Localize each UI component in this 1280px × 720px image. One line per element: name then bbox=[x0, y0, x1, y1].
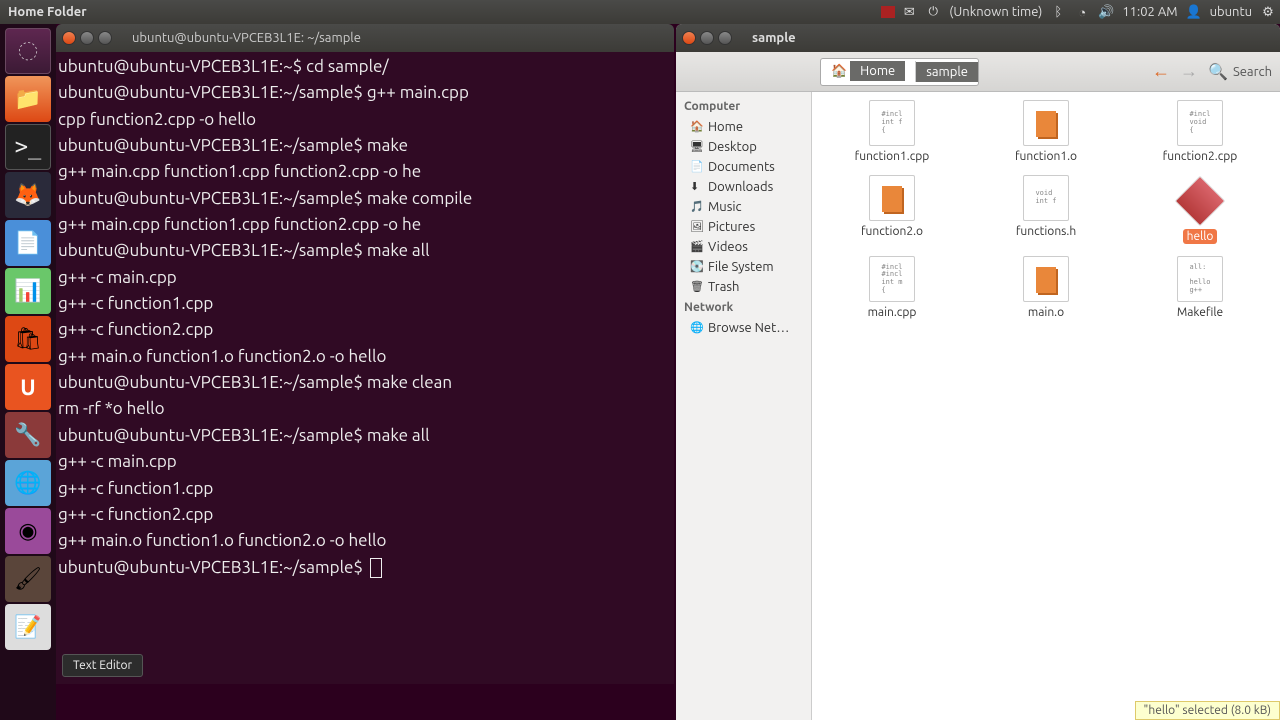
launcher-settings[interactable]: 🔧 bbox=[5, 412, 51, 458]
terminal-titlebar[interactable]: ubuntu@ubuntu-VPCEB3L1E: ~/sample bbox=[56, 24, 674, 52]
file-icon bbox=[1023, 256, 1069, 302]
file-hello[interactable]: hello bbox=[1128, 175, 1272, 244]
sidebar-item-desktop[interactable]: 🖥Desktop bbox=[676, 137, 811, 157]
breadcrumb-home[interactable]: 🏠 Home bbox=[821, 61, 916, 82]
launcher-files[interactable]: 📁 bbox=[5, 76, 51, 122]
sidebar-header-computer: Computer bbox=[676, 96, 811, 117]
launcher-software-center[interactable]: 🛍 bbox=[5, 316, 51, 362]
search-icon[interactable]: 🔍 bbox=[1207, 61, 1229, 83]
terminal-minimize-button[interactable] bbox=[80, 31, 94, 45]
file-icon: #incl void { bbox=[1177, 100, 1223, 146]
user-label[interactable]: ubuntu bbox=[1206, 5, 1256, 19]
breadcrumb-current[interactable]: sample bbox=[916, 62, 978, 82]
clock-label[interactable]: 11:02 AM bbox=[1118, 5, 1181, 19]
file-icon: all: hello g++ bbox=[1177, 256, 1223, 302]
terminal-window: ubuntu@ubuntu-VPCEB3L1E: ~/sample ubuntu… bbox=[56, 24, 674, 684]
fm-content-area[interactable]: #incl int f { function1.cpp function1.o #in… bbox=[812, 92, 1280, 720]
file-label: function2.cpp bbox=[1163, 150, 1238, 163]
session-gear-icon[interactable]: ⚙ bbox=[1258, 2, 1278, 22]
file-main-o[interactable]: main.o bbox=[974, 256, 1118, 319]
file-label: Makefile bbox=[1177, 306, 1223, 319]
file-label: function2.o bbox=[861, 225, 923, 238]
dash-button[interactable]: ◌ bbox=[5, 28, 51, 74]
unity-launcher: ◌ 📁 >_ 🦊 📄 📊 🛍 U 🔧 🌐 ◉ 🖌 📝 bbox=[0, 24, 56, 720]
file-label: functions.h bbox=[1016, 225, 1076, 238]
file-main-cpp[interactable]: #incl #incl int m { main.cpp bbox=[820, 256, 964, 319]
file-icon bbox=[1023, 100, 1069, 146]
launcher-screenrec[interactable]: ◉ bbox=[5, 508, 51, 554]
launcher-tooltip: Text Editor bbox=[62, 654, 143, 677]
terminal-maximize-button[interactable] bbox=[98, 31, 112, 45]
file-icon: #incl #incl int m { bbox=[869, 256, 915, 302]
user-icon[interactable]: 👤 bbox=[1184, 2, 1204, 22]
fm-close-button[interactable] bbox=[682, 31, 696, 45]
wifi-icon[interactable]: ◔ bbox=[1072, 2, 1092, 22]
file-label: main.o bbox=[1028, 306, 1064, 319]
file-Makefile[interactable]: all: hello g++ Makefile bbox=[1128, 256, 1272, 319]
terminal-output[interactable]: ubuntu@ubuntu-VPCEB3L1E:~$ cd sample/ubu… bbox=[56, 52, 674, 583]
file-icon bbox=[1175, 176, 1226, 227]
file-manager-window: sample 🏠 Home sample ← → 🔍 Search Comput… bbox=[676, 24, 1280, 720]
file-icon: #incl int f { bbox=[869, 100, 915, 146]
file-icon: void int f bbox=[1023, 175, 1069, 221]
mail-icon[interactable]: ✉ bbox=[899, 2, 919, 22]
launcher-calc[interactable]: 📊 bbox=[5, 268, 51, 314]
sidebar-item-trash[interactable]: 🗑Trash bbox=[676, 277, 811, 297]
launcher-writer[interactable]: 📄 bbox=[5, 220, 51, 266]
search-label[interactable]: Search bbox=[1233, 65, 1272, 79]
terminal-title: ubuntu@ubuntu-VPCEB3L1E: ~/sample bbox=[118, 31, 361, 45]
launcher-gedit[interactable]: 📝 bbox=[5, 604, 51, 650]
sidebar-item-documents[interactable]: 📄Documents bbox=[676, 157, 811, 177]
file-label: hello bbox=[1183, 229, 1218, 244]
file-function1-o[interactable]: function1.o bbox=[974, 100, 1118, 163]
volume-icon[interactable]: 🔊 bbox=[1096, 2, 1116, 22]
window-title: Home Folder bbox=[0, 5, 95, 19]
launcher-firefox[interactable]: 🦊 bbox=[5, 172, 51, 218]
launcher-gimp[interactable]: 🖌 bbox=[5, 556, 51, 602]
fm-maximize-button[interactable] bbox=[718, 31, 732, 45]
file-manager-titlebar[interactable]: sample bbox=[676, 24, 1280, 52]
file-icon bbox=[869, 175, 915, 221]
power-icon[interactable]: ⏻ bbox=[923, 2, 943, 22]
terminal-close-button[interactable] bbox=[62, 31, 76, 45]
file-label: function1.o bbox=[1015, 150, 1077, 163]
file-function2-cpp[interactable]: #incl void { function2.cpp bbox=[1128, 100, 1272, 163]
file-functions-h[interactable]: void int f functions.h bbox=[974, 175, 1118, 244]
file-function1-cpp[interactable]: #incl int f { function1.cpp bbox=[820, 100, 964, 163]
nav-back-button[interactable]: ← bbox=[1149, 60, 1173, 84]
sidebar-item-home[interactable]: 🏠Home bbox=[676, 117, 811, 137]
fm-toolbar: 🏠 Home sample ← → 🔍 Search bbox=[676, 52, 1280, 92]
file-label: function1.cpp bbox=[855, 150, 930, 163]
launcher-terminal[interactable]: >_ bbox=[5, 124, 51, 170]
breadcrumb[interactable]: 🏠 Home sample bbox=[820, 58, 979, 86]
sidebar-browse-network[interactable]: 🌐Browse Net… bbox=[676, 318, 811, 338]
sidebar-item-file-system[interactable]: 💽File System bbox=[676, 257, 811, 277]
sidebar-header-network: Network bbox=[676, 297, 811, 318]
launcher-chromium[interactable]: 🌐 bbox=[5, 460, 51, 506]
status-bar: "hello" selected (8.0 kB) bbox=[1135, 701, 1280, 720]
sidebar-item-downloads[interactable]: ⬇Downloads bbox=[676, 177, 811, 197]
fm-minimize-button[interactable] bbox=[700, 31, 714, 45]
bluetooth-icon[interactable]: ᛒ bbox=[1048, 2, 1068, 22]
sidebar-item-music[interactable]: 🎵Music bbox=[676, 197, 811, 217]
fm-sidebar: Computer 🏠Home🖥Desktop📄Documents⬇Downloa… bbox=[676, 92, 812, 720]
fm-title-text: sample bbox=[738, 31, 796, 45]
sidebar-item-videos[interactable]: 🎬Videos bbox=[676, 237, 811, 257]
battery-critical-icon[interactable] bbox=[881, 6, 895, 18]
sidebar-item-pictures[interactable]: 🖼Pictures bbox=[676, 217, 811, 237]
top-menu-bar: Home Folder ✉ ⏻ (Unknown time) ᛒ ◔ 🔊 11:… bbox=[0, 0, 1280, 24]
time-unknown-label: (Unknown time) bbox=[945, 5, 1046, 19]
launcher-ubuntu-one[interactable]: U bbox=[5, 364, 51, 410]
file-function2-o[interactable]: function2.o bbox=[820, 175, 964, 244]
nav-forward-button[interactable]: → bbox=[1177, 60, 1201, 84]
file-label: main.cpp bbox=[868, 306, 917, 319]
